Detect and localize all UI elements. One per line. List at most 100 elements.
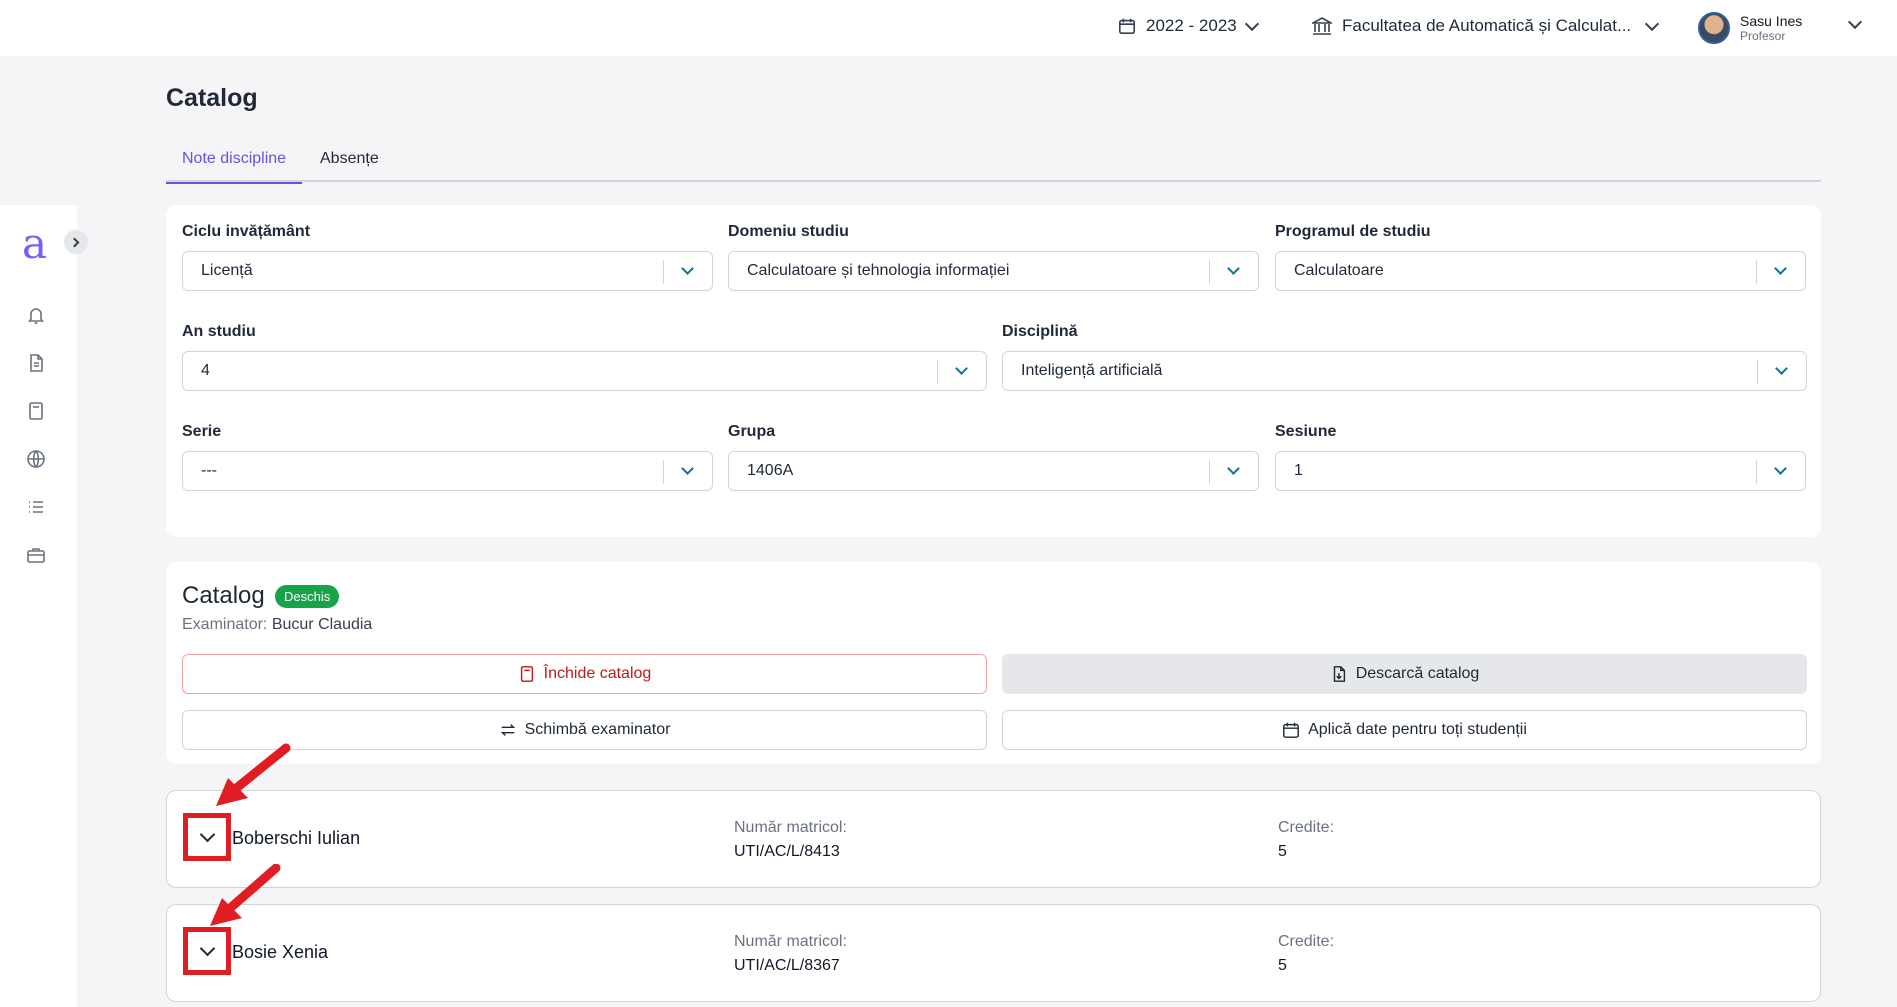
- ciclu-label: Ciclu invățământ: [182, 223, 311, 240]
- chevron-down-icon: [1227, 462, 1240, 475]
- program-label: Programul de studiu: [1275, 223, 1431, 240]
- tab-absente[interactable]: Absențe: [320, 150, 379, 182]
- matricol-column: Număr matricol: UTI/AC/L/8413: [734, 819, 847, 861]
- book-icon[interactable]: [26, 401, 46, 421]
- serie-label: Serie: [182, 423, 222, 440]
- domeniu-label: Domeniu studiu: [728, 223, 849, 240]
- calendar-icon: [1283, 722, 1300, 738]
- grupa-label: Grupa: [728, 423, 776, 440]
- matricol-value: UTI/AC/L/8413: [734, 843, 840, 860]
- grupa-value: 1406A: [747, 462, 794, 479]
- tab-note-discipline[interactable]: Note discipline: [166, 150, 303, 184]
- filters-card: Ciclu invățământ Licență Domeniu studiu …: [166, 205, 1821, 537]
- sesiune-value: 1: [1294, 462, 1303, 479]
- apply-dates-label: Aplică date pentru toți studenții: [1308, 721, 1527, 738]
- grupa-select[interactable]: 1406A: [728, 451, 1259, 491]
- user-role: Profesor: [1740, 29, 1786, 43]
- serie-value: ---: [201, 462, 217, 479]
- domeniu-select[interactable]: Calculatoare și tehnologia informației: [728, 251, 1259, 291]
- student-name: Boberschi Iulian: [232, 828, 361, 848]
- user-name: Sasu Ines: [1740, 13, 1803, 29]
- change-examinator-label: Schimbă examinator: [524, 721, 671, 738]
- sidebar: a: [0, 205, 77, 1007]
- student-row: Boberschi Iulian Număr matricol: UTI/AC/…: [166, 790, 1821, 888]
- an-select[interactable]: 4: [182, 351, 987, 391]
- an-label: An studiu: [182, 323, 256, 340]
- ciclu-field: Ciclu invățământ Licență: [182, 223, 713, 291]
- serie-select[interactable]: ---: [182, 451, 713, 491]
- program-field: Programul de studiu Calculatoare: [1275, 223, 1806, 291]
- ciclu-select[interactable]: Licență: [182, 251, 713, 291]
- faculty-label: Facultatea de Automatică și Calculat...: [1342, 16, 1632, 35]
- app-logo[interactable]: a: [22, 223, 47, 265]
- close-catalog-label: Închide catalog: [543, 665, 652, 682]
- chevron-down-icon: [1774, 462, 1787, 475]
- grupa-field: Grupa 1406A: [728, 423, 1259, 491]
- chevron-down-icon: [1227, 262, 1240, 275]
- user-menu[interactable]: Sasu Ines Profesor: [1698, 12, 1802, 44]
- catalog-title: Catalog: [182, 582, 265, 609]
- chevron-down-icon[interactable]: [1847, 14, 1863, 30]
- bell-icon[interactable]: [26, 305, 46, 325]
- institution-icon: [1312, 17, 1332, 35]
- annotation-arrow: [210, 864, 281, 926]
- matricol-column: Număr matricol: UTI/AC/L/8367: [734, 933, 847, 975]
- briefcase-icon[interactable]: [26, 545, 46, 565]
- disciplina-label: Disciplină: [1002, 323, 1078, 340]
- expand-student-button[interactable]: [183, 813, 231, 861]
- book-icon: [520, 666, 533, 682]
- serie-field: Serie ---: [182, 423, 713, 491]
- chevron-down-icon: [1775, 362, 1788, 375]
- chevron-down-icon: [1645, 16, 1660, 31]
- credite-value: 5: [1278, 957, 1287, 974]
- program-select[interactable]: Calculatoare: [1275, 251, 1806, 291]
- sesiune-select[interactable]: 1: [1275, 451, 1806, 491]
- sidebar-expand-button[interactable]: [64, 230, 88, 254]
- faculty-selector[interactable]: Facultatea de Automatică și Calculat...: [1312, 16, 1660, 36]
- change-examinator-button[interactable]: Schimbă examinator: [182, 710, 987, 750]
- student-row: Bosie Xenia Număr matricol: UTI/AC/L/836…: [166, 904, 1821, 1002]
- chevron-down-icon: [681, 262, 694, 275]
- chevron-down-icon: [199, 826, 215, 842]
- annotation-arrow: [216, 743, 291, 806]
- expand-student-button[interactable]: [183, 927, 231, 975]
- download-file-icon: [1333, 666, 1345, 682]
- chevron-down-icon: [1774, 262, 1787, 275]
- download-catalog-label: Descarcă catalog: [1355, 665, 1480, 682]
- disciplina-select[interactable]: Inteligență artificială: [1002, 351, 1807, 391]
- disciplina-value: Inteligență artificială: [1021, 362, 1163, 379]
- program-value: Calculatoare: [1294, 262, 1384, 279]
- disciplina-field: Disciplină Inteligență artificială: [1002, 323, 1807, 391]
- avatar: [1698, 12, 1730, 44]
- academic-year-label: 2022 - 2023: [1146, 16, 1237, 35]
- download-catalog-button[interactable]: Descarcă catalog: [1002, 654, 1807, 694]
- matricol-value: UTI/AC/L/8367: [734, 957, 840, 974]
- document-icon[interactable]: [26, 353, 46, 373]
- chevron-right-icon: [69, 237, 80, 247]
- matricol-label: Număr matricol:: [734, 933, 847, 950]
- domeniu-field: Domeniu studiu Calculatoare și tehnologi…: [728, 223, 1259, 291]
- top-bar: 2022 - 2023 Facultatea de Automatică și …: [0, 0, 1897, 56]
- examinator-label: Examinator:: [182, 616, 268, 633]
- credite-label: Credite:: [1278, 933, 1335, 950]
- examinator-info: Examinator: Bucur Claudia: [182, 616, 372, 634]
- domeniu-value: Calculatoare și tehnologia informației: [747, 262, 1010, 279]
- chevron-down-icon: [955, 362, 968, 375]
- apply-dates-button[interactable]: Aplică date pentru toți studenții: [1002, 710, 1807, 750]
- credite-column: Credite: 5: [1278, 933, 1334, 975]
- chevron-down-icon: [681, 462, 694, 475]
- status-badge: Deschis: [275, 585, 340, 608]
- credite-column: Credite: 5: [1278, 819, 1334, 861]
- credite-value: 5: [1278, 843, 1287, 860]
- an-field: An studiu 4: [182, 323, 987, 391]
- an-value: 4: [201, 362, 210, 379]
- chevron-down-icon: [199, 940, 215, 956]
- chevron-down-icon: [1244, 16, 1259, 31]
- sesiune-field: Sesiune 1: [1275, 423, 1806, 491]
- close-catalog-button[interactable]: Închide catalog: [182, 654, 987, 694]
- list-icon[interactable]: [26, 497, 46, 517]
- academic-year-selector[interactable]: 2022 - 2023: [1118, 16, 1259, 36]
- sesiune-label: Sesiune: [1275, 423, 1337, 440]
- student-name: Bosie Xenia: [232, 942, 329, 962]
- globe-icon[interactable]: [26, 449, 46, 469]
